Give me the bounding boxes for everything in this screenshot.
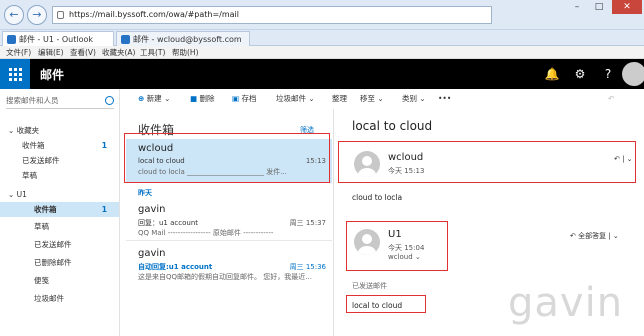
highlight-box (124, 133, 330, 183)
list-item[interactable]: gavin 回复：u1 account 周三 15:37 QQ Mail ---… (126, 201, 332, 241)
nav-item-notes[interactable]: 便笺 (0, 273, 119, 288)
nav-item-favorites-inbox[interactable]: 收件箱 1 (0, 138, 119, 153)
highlight-box (346, 295, 426, 313)
archive-button[interactable]: ▣ 存档 (232, 93, 256, 105)
group-yesterday: 昨天 (138, 189, 152, 197)
list-item[interactable]: gavin 自动回复:u1 account 周三 15:36 这是来自QQ邮箱的… (126, 245, 332, 285)
avatar[interactable] (622, 62, 644, 86)
help-icon[interactable]: ? (594, 59, 622, 89)
minimize-button[interactable]: – (566, 0, 588, 14)
nav-favorites-header[interactable]: ⌄ 收藏夹 (0, 123, 119, 138)
command-bar: ⊕ 新建 ⌄ ■ 删除 ▣ 存档 垃圾邮件 ⌄ 整理 移至 ⌄ 类别 ⌄ •••… (120, 89, 644, 109)
archive-icon: ▣ (232, 94, 240, 103)
address-url: https://mail.byssoft.com/owa/#path=/mail (69, 10, 240, 19)
browser-titlebar: ← → https://mail.byssoft.com/owa/#path=/… (0, 0, 644, 30)
bell-icon[interactable]: 🔔 (538, 59, 566, 89)
outlook-icon (121, 35, 130, 44)
nav-item-sent[interactable]: 已发送邮件 (0, 237, 119, 252)
menu-edit[interactable]: 编辑(E) (38, 46, 64, 59)
move-button[interactable]: 移至 ⌄ (360, 93, 384, 105)
highlight-box (346, 221, 448, 271)
trash-icon: ■ (190, 94, 198, 103)
nav-item-inbox[interactable]: 收件箱 1 (0, 202, 119, 217)
menu-file[interactable]: 文件(F) (6, 46, 31, 59)
maximize-button[interactable]: □ (588, 0, 610, 14)
junk-button[interactable]: 垃圾邮件 ⌄ (276, 93, 315, 105)
menu-tools[interactable]: 工具(T) (140, 46, 165, 59)
nav-item-favorites-drafts[interactable]: 草稿 (0, 168, 119, 183)
plus-icon: ⊕ (138, 94, 145, 103)
watermark-text: gavin (508, 280, 624, 326)
tab-outlook-u1[interactable]: 邮件 - U1 - Outlook (2, 31, 114, 46)
nav-item-deleted[interactable]: 已删除邮件 (0, 255, 119, 270)
back-icon[interactable]: ← (4, 5, 24, 25)
highlight-box (338, 141, 636, 183)
delete-button[interactable]: ■ 删除 (190, 93, 214, 105)
conversation-subject: local to cloud (352, 119, 433, 133)
app-launcher-icon[interactable] (0, 59, 30, 89)
search-input[interactable]: 搜索邮件和人员 (6, 93, 114, 109)
undo-icon[interactable]: ↶ (608, 93, 614, 105)
sent-folder-label: 已发送邮件 (352, 282, 387, 290)
outlook-icon (7, 35, 16, 44)
menu-favorites[interactable]: 收藏夹(A) (102, 46, 135, 59)
lock-icon (57, 11, 64, 19)
nav-item-drafts[interactable]: 草稿 (0, 219, 119, 234)
browser-menubar: 文件(F) 编辑(E) 查看(V) 收藏夹(A) 工具(T) 帮助(H) (0, 46, 644, 59)
browser-tabbar: 邮件 - U1 - Outlook 邮件 - wcloud@byssoft.co… (0, 30, 644, 46)
search-icon[interactable] (105, 96, 114, 105)
address-bar[interactable]: https://mail.byssoft.com/owa/#path=/mail (52, 6, 492, 24)
tab-outlook-wcloud[interactable]: 邮件 - wcloud@byssoft.com (116, 31, 250, 46)
message-list: 收件箱 筛选 wcloud local to cloud 15:13 cloud… (120, 109, 334, 336)
new-button[interactable]: ⊕ 新建 ⌄ (138, 93, 170, 105)
forward-icon[interactable]: → (27, 5, 47, 25)
folder-pane: 搜索邮件和人员 ⌄ 收藏夹 收件箱 1 已发送邮件 草稿 ⌄ U1 收件箱 1 草稿… (0, 89, 120, 336)
close-window-button[interactable]: ✕ (612, 0, 642, 14)
nav-item-favorites-sent[interactable]: 已发送邮件 (0, 153, 119, 168)
nav-account-header[interactable]: ⌄ U1 (0, 187, 119, 202)
message-body: cloud to locla (352, 193, 403, 202)
more-button[interactable]: ••• (438, 93, 451, 105)
reply-all-button[interactable]: ↶ 全部答复 | ⌄ (570, 231, 619, 241)
menu-help[interactable]: 帮助(H) (172, 46, 199, 59)
app-title: 邮件 (40, 68, 65, 82)
app-header: 邮件 🔔 ⚙ ? (0, 59, 644, 89)
nav-item-junk[interactable]: 垃圾邮件 (0, 291, 119, 306)
sweep-button[interactable]: 整理 (332, 93, 347, 105)
categories-button[interactable]: 类别 ⌄ (402, 93, 426, 105)
gear-icon[interactable]: ⚙ (566, 59, 594, 89)
menu-view[interactable]: 查看(V) (70, 46, 96, 59)
